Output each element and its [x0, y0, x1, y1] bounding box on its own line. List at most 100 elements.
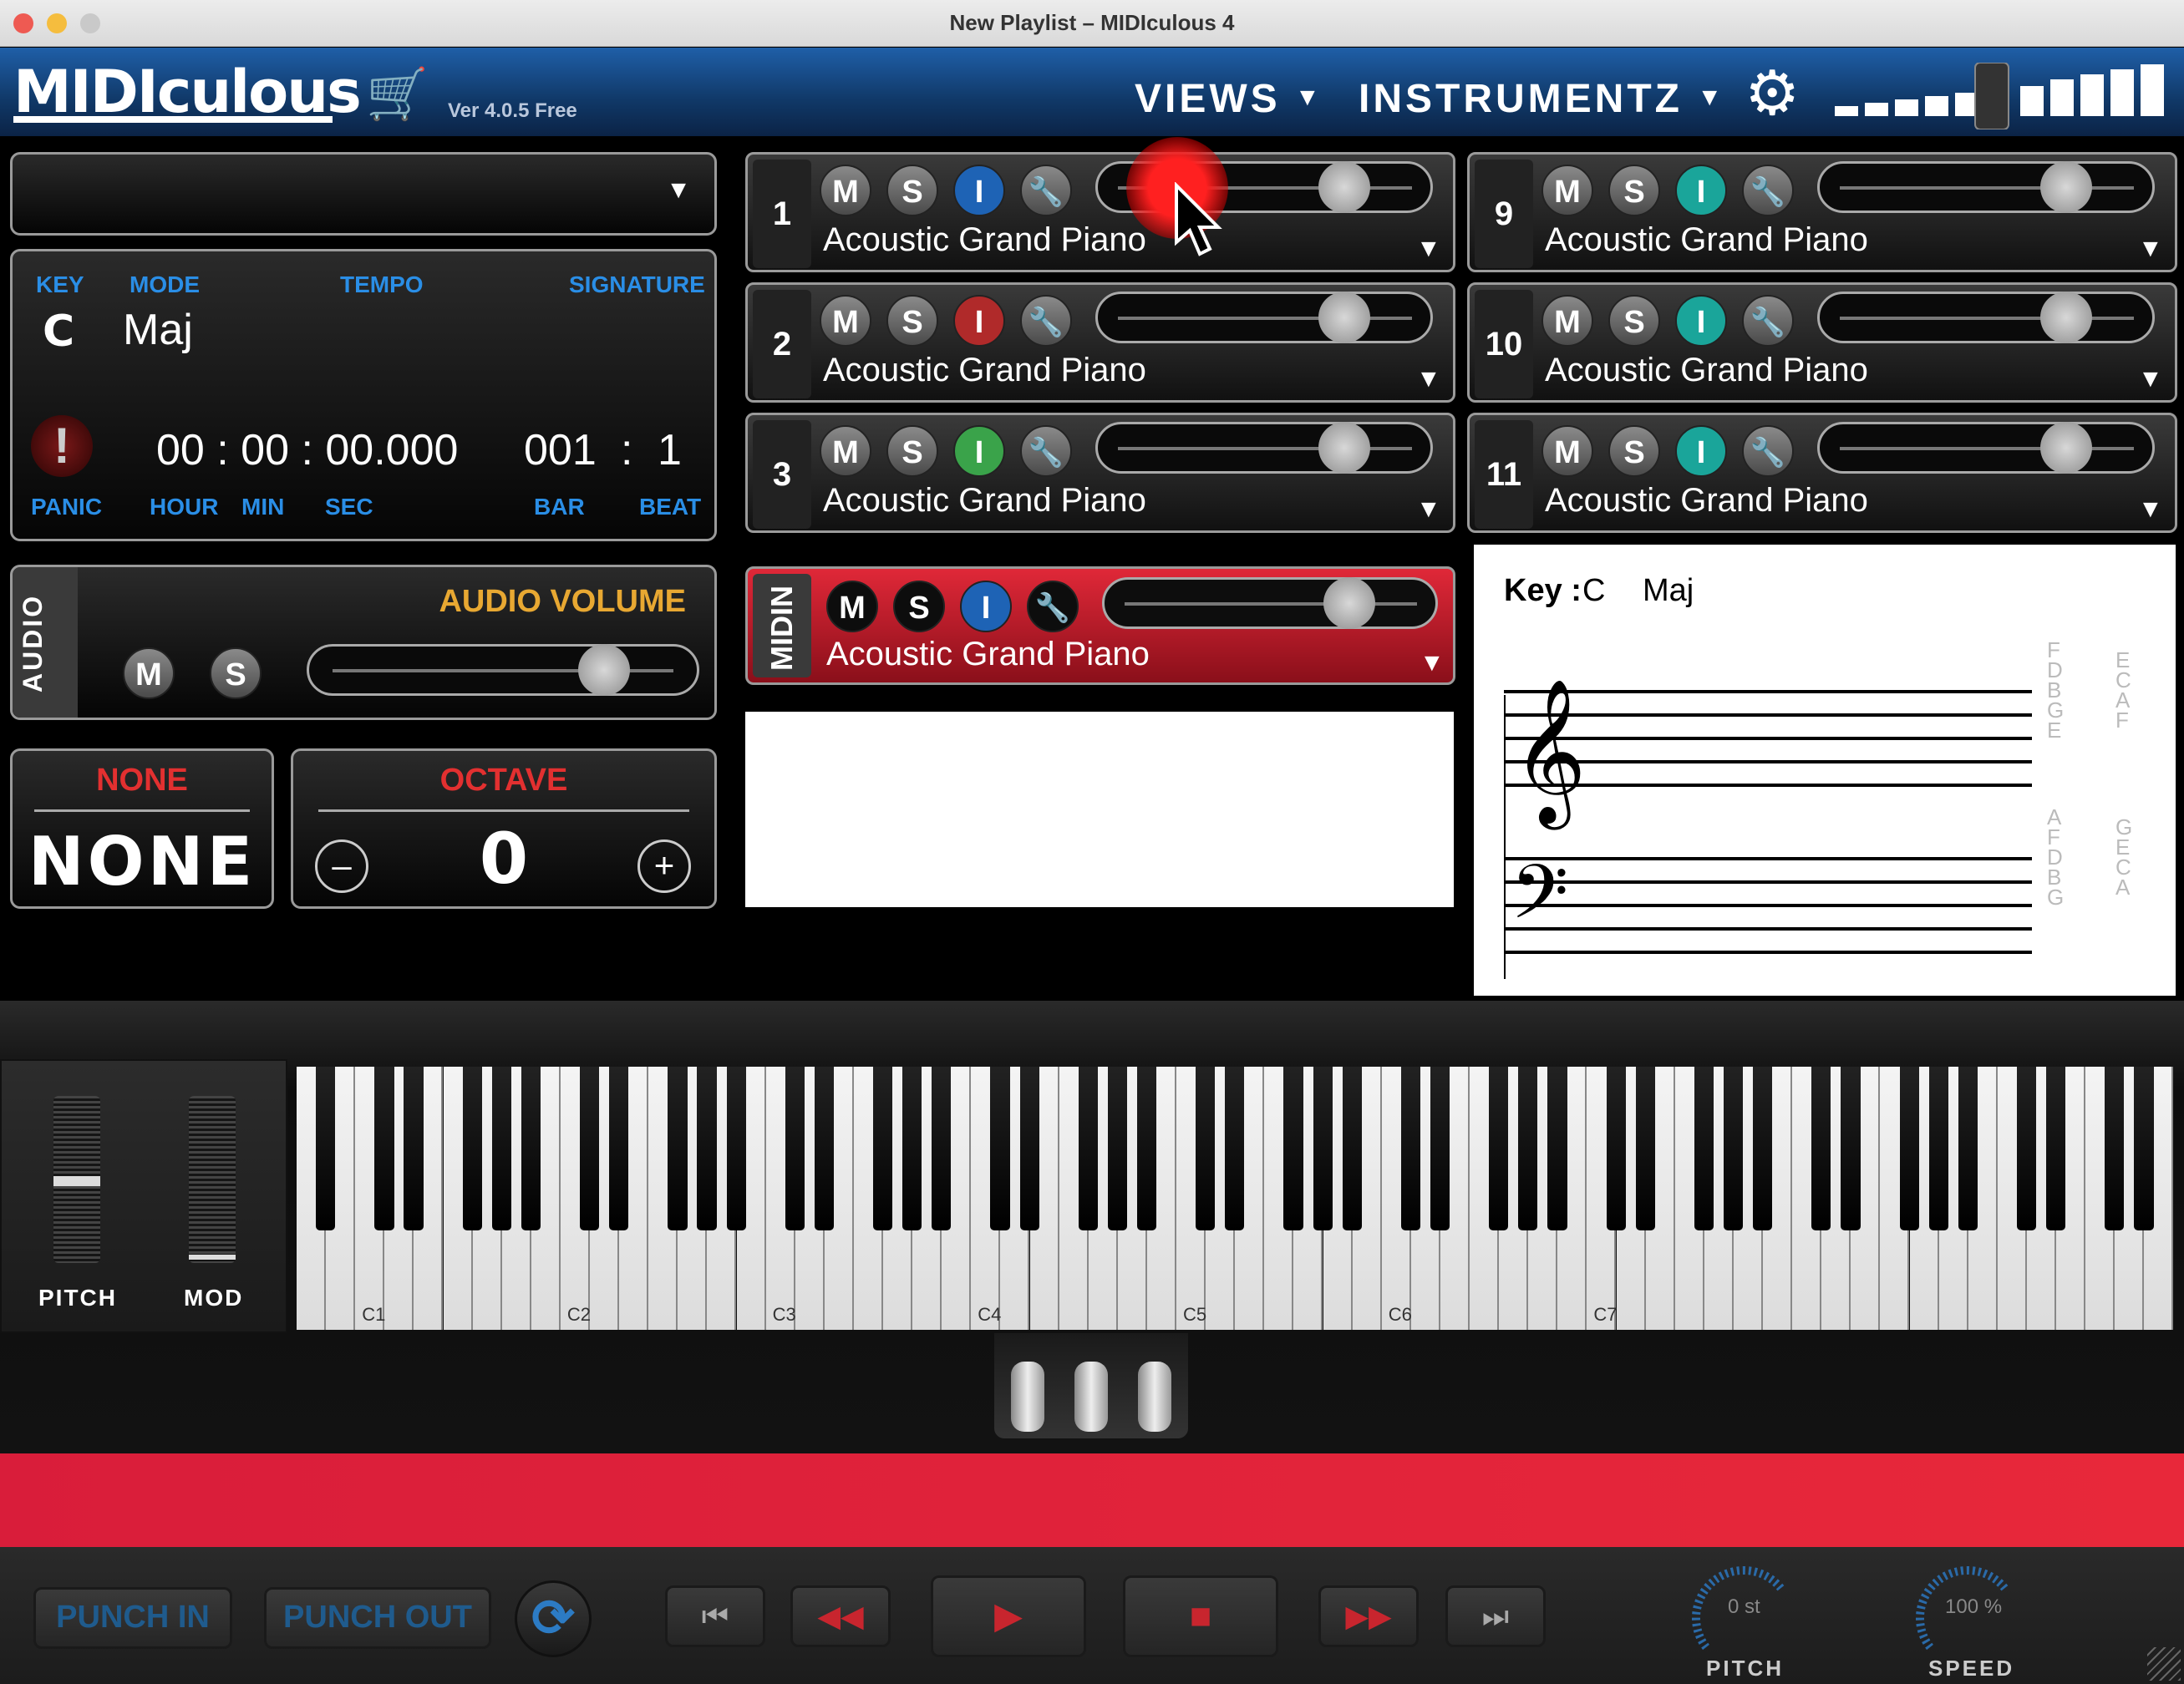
track-instrument-button[interactable]: I — [953, 425, 1005, 477]
black-key[interactable] — [785, 1067, 805, 1230]
black-key[interactable] — [1283, 1067, 1303, 1230]
black-key[interactable] — [1400, 1067, 1421, 1230]
black-key[interactable] — [1547, 1067, 1567, 1230]
track-volume-slider[interactable] — [1817, 422, 2155, 474]
gear-icon[interactable]: ⚙ — [1745, 63, 1800, 124]
track-volume-slider[interactable] — [1817, 292, 2155, 343]
timeline-bar[interactable] — [0, 1453, 2184, 1547]
black-key[interactable] — [1899, 1067, 1919, 1230]
black-key[interactable] — [1225, 1067, 1245, 1230]
sustain-pedal[interactable] — [1138, 1362, 1171, 1432]
wrench-icon[interactable]: 🔧 — [1027, 581, 1079, 632]
audio-volume-slider[interactable] — [307, 644, 699, 696]
playlist-dropdown[interactable]: ▼ — [10, 152, 717, 236]
track-volume-slider[interactable] — [1095, 422, 1433, 474]
midin-instrument-button[interactable]: I — [960, 581, 1012, 632]
piano-keyboard[interactable]: C1 C2 C3 C4 C5 C6 C7 — [297, 1067, 2184, 1330]
pitch-wheel[interactable] — [53, 1096, 100, 1263]
black-key[interactable] — [1313, 1067, 1333, 1230]
wrench-icon[interactable]: 🔧 — [1020, 295, 1072, 347]
track-row[interactable]: 2 M S I 🔧 Acoustic Grand Piano ▼ — [745, 282, 1455, 403]
key-value[interactable]: C — [43, 307, 74, 357]
mode-value[interactable]: Maj — [123, 305, 193, 355]
rewind-icon[interactable]: ◀◀ — [790, 1585, 891, 1647]
track-solo-button[interactable]: S — [886, 425, 938, 477]
slider-knob[interactable] — [1318, 422, 1370, 474]
track-solo-button[interactable]: S — [1608, 295, 1660, 347]
black-key[interactable] — [1430, 1067, 1450, 1230]
track-solo-button[interactable]: S — [1608, 425, 1660, 477]
slider-knob[interactable] — [1318, 292, 1370, 343]
track-row[interactable]: 10 M S I 🔧 Acoustic Grand Piano ▼ — [1467, 282, 2177, 403]
black-key[interactable] — [1694, 1067, 1714, 1230]
resize-grip-icon[interactable] — [2147, 1647, 2181, 1681]
black-key[interactable] — [316, 1067, 336, 1230]
black-key[interactable] — [873, 1067, 893, 1230]
track-solo-button[interactable]: S — [1608, 165, 1660, 216]
slider-knob[interactable] — [1323, 577, 1375, 629]
black-key[interactable] — [1078, 1067, 1098, 1230]
black-key[interactable] — [462, 1067, 482, 1230]
track-mute-button[interactable]: M — [820, 165, 871, 216]
chevron-down-icon[interactable]: ▼ — [2138, 235, 2163, 263]
audio-solo-button[interactable]: S — [210, 647, 262, 699]
slider-knob[interactable] — [2040, 422, 2092, 474]
panic-button[interactable]: ! — [31, 415, 93, 477]
track-volume-slider[interactable] — [1095, 292, 1433, 343]
skip-forward-icon[interactable]: ⏭ — [1445, 1585, 1546, 1647]
views-menu[interactable]: VIEWS ▼ — [1135, 76, 1323, 122]
wrench-icon[interactable]: 🔧 — [1020, 165, 1072, 216]
black-key[interactable] — [990, 1067, 1010, 1230]
black-key[interactable] — [580, 1067, 600, 1230]
track-row[interactable]: 11 M S I 🔧 Acoustic Grand Piano ▼ — [1467, 413, 2177, 533]
stop-icon[interactable]: ■ — [1123, 1575, 1278, 1657]
fast-forward-icon[interactable]: ▶▶ — [1318, 1585, 1419, 1647]
slider-knob[interactable] — [2040, 161, 2092, 213]
track-instrument-button[interactable]: I — [953, 165, 1005, 216]
track-solo-button[interactable]: S — [886, 295, 938, 347]
black-key[interactable] — [932, 1067, 952, 1230]
track-instrument-button[interactable]: I — [1675, 425, 1727, 477]
wrench-icon[interactable]: 🔧 — [1020, 425, 1072, 477]
track-mute-button[interactable]: M — [1541, 165, 1593, 216]
mod-wheel[interactable] — [189, 1096, 236, 1263]
black-key[interactable] — [1019, 1067, 1039, 1230]
black-key[interactable] — [1928, 1067, 1948, 1230]
black-key[interactable] — [404, 1067, 424, 1230]
black-key[interactable] — [1811, 1067, 1831, 1230]
track-mute-button[interactable]: M — [1541, 425, 1593, 477]
black-key[interactable] — [1635, 1067, 1655, 1230]
black-key[interactable] — [668, 1067, 688, 1230]
slider-knob[interactable] — [2040, 292, 2092, 343]
black-key[interactable] — [1489, 1067, 1509, 1230]
slider-knob[interactable] — [1318, 161, 1370, 213]
chevron-down-icon[interactable]: ▼ — [1416, 495, 1441, 524]
skip-back-icon[interactable]: ⏮ — [665, 1585, 765, 1647]
punch-in-button[interactable]: PUNCH IN — [33, 1587, 232, 1649]
chevron-down-icon[interactable]: ▼ — [1416, 235, 1441, 263]
black-key[interactable] — [1958, 1067, 1978, 1230]
play-icon[interactable]: ▶ — [931, 1575, 1086, 1657]
octave-up-button[interactable]: + — [637, 839, 691, 893]
track-volume-slider[interactable] — [1817, 161, 2155, 213]
cart-icon[interactable]: 🛒 — [366, 64, 429, 124]
audio-mute-button[interactable]: M — [123, 647, 175, 699]
black-key[interactable] — [726, 1067, 746, 1230]
black-key[interactable] — [1841, 1067, 1861, 1230]
track-mute-button[interactable]: M — [1541, 295, 1593, 347]
black-key[interactable] — [609, 1067, 629, 1230]
track-row[interactable]: 3 M S I 🔧 Acoustic Grand Piano ▼ — [745, 413, 1455, 533]
black-key[interactable] — [1196, 1067, 1216, 1230]
sostenuto-pedal[interactable] — [1074, 1362, 1108, 1432]
track-row[interactable]: 1 M S I 🔧 Acoustic Grand Piano ▼ — [745, 152, 1455, 272]
chevron-down-icon[interactable]: ▼ — [2138, 365, 2163, 393]
chevron-down-icon[interactable]: ▼ — [2138, 495, 2163, 524]
black-key[interactable] — [2134, 1067, 2154, 1230]
black-key[interactable] — [2046, 1067, 2066, 1230]
black-key[interactable] — [1107, 1067, 1128, 1230]
track-row[interactable]: 9 M S I 🔧 Acoustic Grand Piano ▼ — [1467, 152, 2177, 272]
midin-solo-button[interactable]: S — [893, 581, 945, 632]
black-key[interactable] — [1136, 1067, 1157, 1230]
midin-mute-button[interactable]: M — [826, 581, 878, 632]
black-key[interactable] — [814, 1067, 835, 1230]
